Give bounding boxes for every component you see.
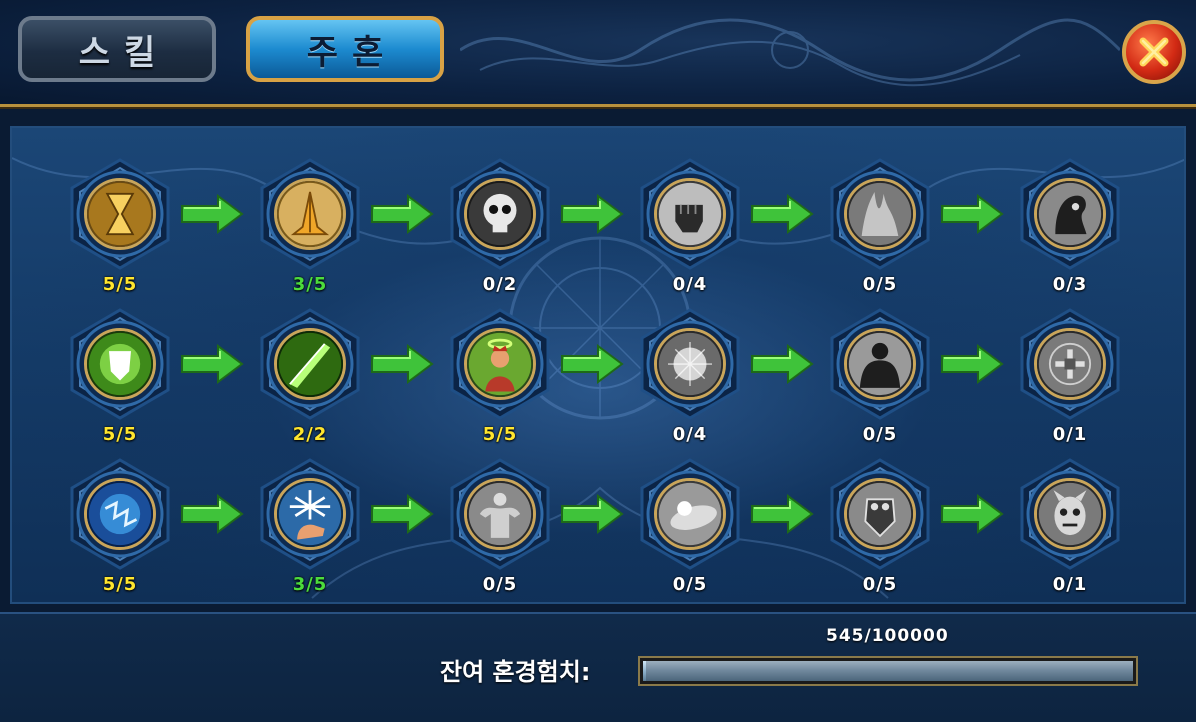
- skill-level-label: 5/5: [102, 574, 138, 595]
- remaining-soul-exp-label: 잔여 혼경험치:: [440, 658, 591, 686]
- dark-giant-icon[interactable]: [844, 328, 916, 400]
- progression-arrow-icon: [370, 344, 434, 384]
- progression-arrow-icon: [180, 194, 244, 234]
- fist-icon[interactable]: [654, 178, 726, 250]
- skill-node[interactable]: [1014, 308, 1126, 420]
- skill-level-label: 0/2: [482, 274, 518, 295]
- progression-arrow-icon: [560, 194, 624, 234]
- skill-level-label: 5/5: [102, 274, 138, 295]
- progression-arrow-icon: [750, 344, 814, 384]
- skill-level-label: 0/5: [482, 574, 518, 595]
- cross-seal-icon[interactable]: [1034, 328, 1106, 400]
- skill-node[interactable]: [634, 458, 746, 570]
- skill-level-label: 0/4: [672, 424, 708, 445]
- skill-level-label: 0/5: [672, 574, 708, 595]
- tab-skill-label: 스킬: [78, 32, 170, 73]
- skill-node[interactable]: [254, 158, 366, 270]
- skull-icon[interactable]: [464, 178, 536, 250]
- close-button[interactable]: [1122, 20, 1186, 84]
- praying-hands-icon[interactable]: [274, 178, 346, 250]
- top-bar: 스킬 주혼: [0, 0, 1196, 107]
- soul-exp-value: 545/100000: [826, 626, 949, 646]
- hourglass-icon[interactable]: [84, 178, 156, 250]
- tab-soul-label: 주혼: [306, 32, 398, 73]
- progression-arrow-icon: [560, 344, 624, 384]
- skill-node[interactable]: [64, 158, 176, 270]
- haloed-warrior-icon[interactable]: [464, 328, 536, 400]
- progression-arrow-icon: [940, 194, 1004, 234]
- skill-level-label: 0/5: [862, 274, 898, 295]
- skill-level-label: 3/5: [292, 574, 328, 595]
- skill-level-label: 0/4: [672, 274, 708, 295]
- soul-exp-bar: [640, 658, 1136, 684]
- progression-arrow-icon: [940, 494, 1004, 534]
- skill-node[interactable]: [254, 458, 366, 570]
- skill-level-label: 5/5: [102, 424, 138, 445]
- skill-node[interactable]: [824, 458, 936, 570]
- muscle-figure-icon[interactable]: [464, 478, 536, 550]
- energy-orb-icon[interactable]: [654, 328, 726, 400]
- skill-node[interactable]: [824, 158, 936, 270]
- skill-level-label: 0/1: [1052, 424, 1088, 445]
- skill-node[interactable]: [634, 308, 746, 420]
- soul-exp-fill: [643, 661, 646, 681]
- skill-level-label: 0/5: [862, 424, 898, 445]
- skill-node[interactable]: [254, 308, 366, 420]
- light-burst-icon[interactable]: [654, 478, 726, 550]
- skill-level-label: 0/3: [1052, 274, 1088, 295]
- progression-arrow-icon: [560, 494, 624, 534]
- reaper-icon[interactable]: [1034, 178, 1106, 250]
- progression-arrow-icon: [940, 344, 1004, 384]
- skill-level-label: 3/5: [292, 274, 328, 295]
- frost-hand-icon[interactable]: [274, 478, 346, 550]
- green-blade-icon[interactable]: [274, 328, 346, 400]
- skill-node[interactable]: [634, 158, 746, 270]
- progression-arrow-icon: [180, 494, 244, 534]
- skill-level-label: 5/5: [482, 424, 518, 445]
- skill-node[interactable]: [824, 308, 936, 420]
- skill-node[interactable]: [64, 308, 176, 420]
- armor-crest-icon[interactable]: [844, 478, 916, 550]
- progression-arrow-icon: [180, 344, 244, 384]
- glowing-shield-icon[interactable]: [84, 328, 156, 400]
- skill-node[interactable]: [1014, 458, 1126, 570]
- skill-node[interactable]: [444, 458, 556, 570]
- skill-node[interactable]: [444, 158, 556, 270]
- soul-exp-track: [643, 661, 1133, 681]
- progression-arrow-icon: [750, 494, 814, 534]
- progression-arrow-icon: [370, 194, 434, 234]
- tab-skill[interactable]: 스킬: [18, 16, 216, 82]
- blue-rune-icon[interactable]: [84, 478, 156, 550]
- skill-level-label: 0/1: [1052, 574, 1088, 595]
- tab-soul[interactable]: 주혼: [246, 16, 444, 82]
- skill-node[interactable]: [1014, 158, 1126, 270]
- mist-icon[interactable]: [844, 178, 916, 250]
- close-x-icon: [1139, 37, 1169, 67]
- skill-node[interactable]: [64, 458, 176, 570]
- progression-arrow-icon: [370, 494, 434, 534]
- skill-node[interactable]: [444, 308, 556, 420]
- demon-face-icon[interactable]: [1034, 478, 1106, 550]
- skill-level-label: 2/2: [292, 424, 328, 445]
- header-ornament: [460, 18, 1120, 87]
- progression-arrow-icon: [750, 194, 814, 234]
- skill-level-label: 0/5: [862, 574, 898, 595]
